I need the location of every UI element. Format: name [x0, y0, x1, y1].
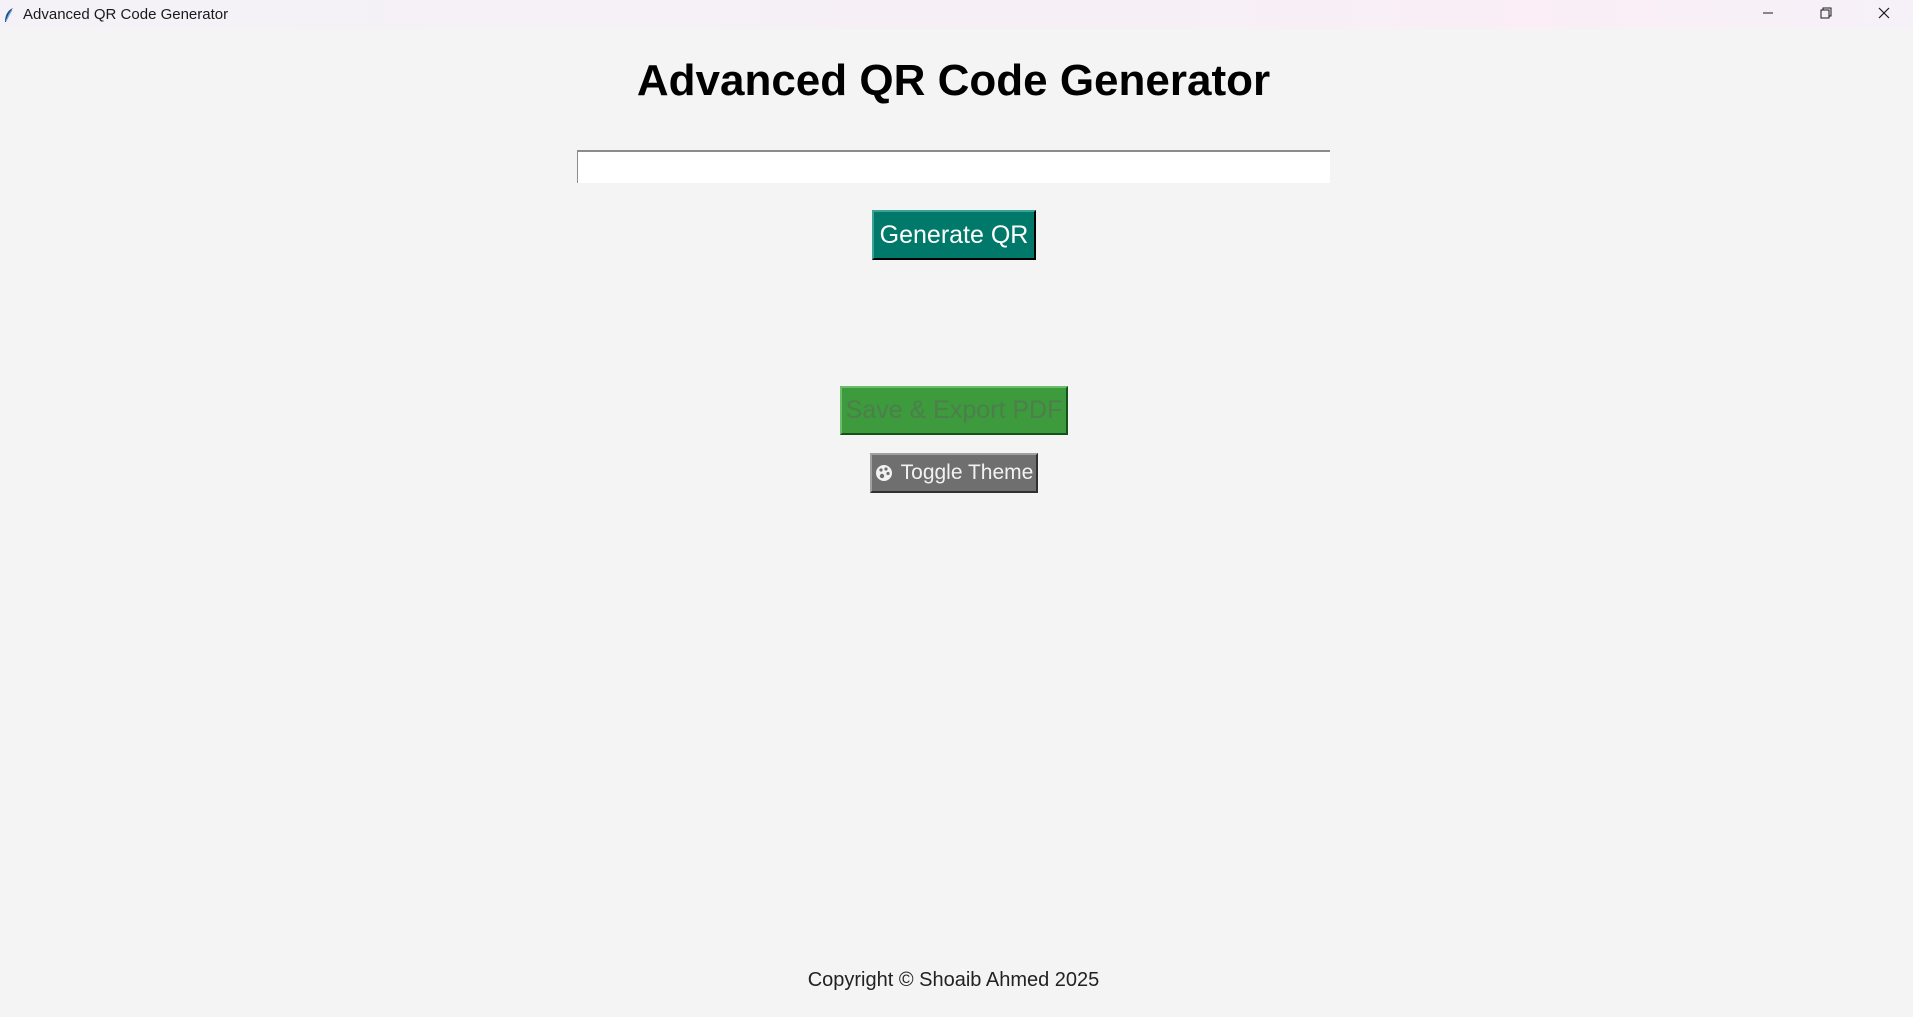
- title-bar[interactable]: Advanced QR Code Generator: [0, 0, 1913, 29]
- save-export-pdf-label: Save & Export PDF: [845, 396, 1063, 424]
- page-title: Advanced QR Code Generator: [636, 56, 1271, 105]
- generate-qr-label: Generate QR: [879, 220, 1029, 249]
- minimize-button[interactable]: [1739, 0, 1797, 29]
- generate-qr-button[interactable]: Generate QR: [872, 210, 1036, 260]
- palette-icon: [875, 464, 893, 482]
- restore-icon: [1820, 6, 1832, 24]
- save-export-pdf-button[interactable]: Save & Export PDF: [840, 386, 1068, 435]
- window-title: Advanced QR Code Generator: [23, 6, 229, 23]
- feather-icon: [2, 7, 16, 23]
- restore-button[interactable]: [1797, 0, 1855, 29]
- copyright-footer: Copyright © Shoaib Ahmed 2025: [807, 969, 1100, 991]
- app-window: Advanced QR Code Generator Advanced QR C…: [0, 0, 1913, 1017]
- close-icon: [1878, 6, 1890, 24]
- minimize-icon: [1762, 6, 1774, 24]
- toggle-theme-label: Toggle Theme: [900, 461, 1034, 484]
- qr-text-input[interactable]: [577, 150, 1330, 183]
- close-button[interactable]: [1855, 0, 1913, 29]
- toggle-theme-button[interactable]: Toggle Theme: [870, 453, 1038, 493]
- window-controls: [1739, 0, 1913, 29]
